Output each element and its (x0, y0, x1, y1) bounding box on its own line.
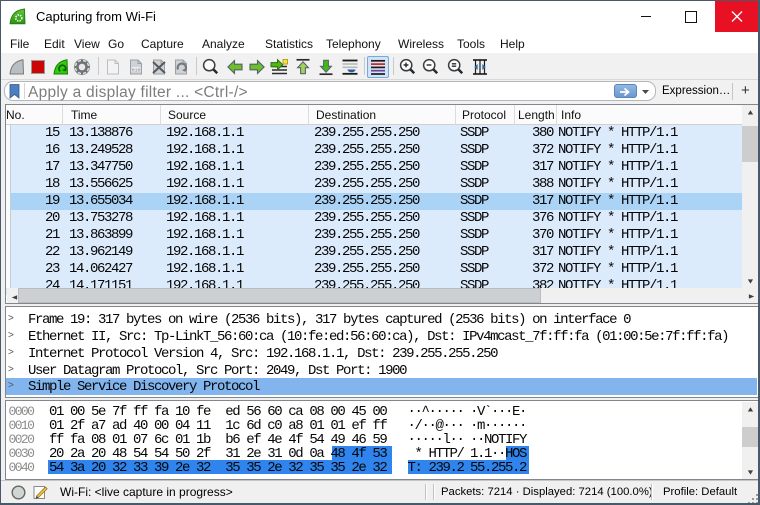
svg-text:010: 010 (132, 67, 141, 73)
